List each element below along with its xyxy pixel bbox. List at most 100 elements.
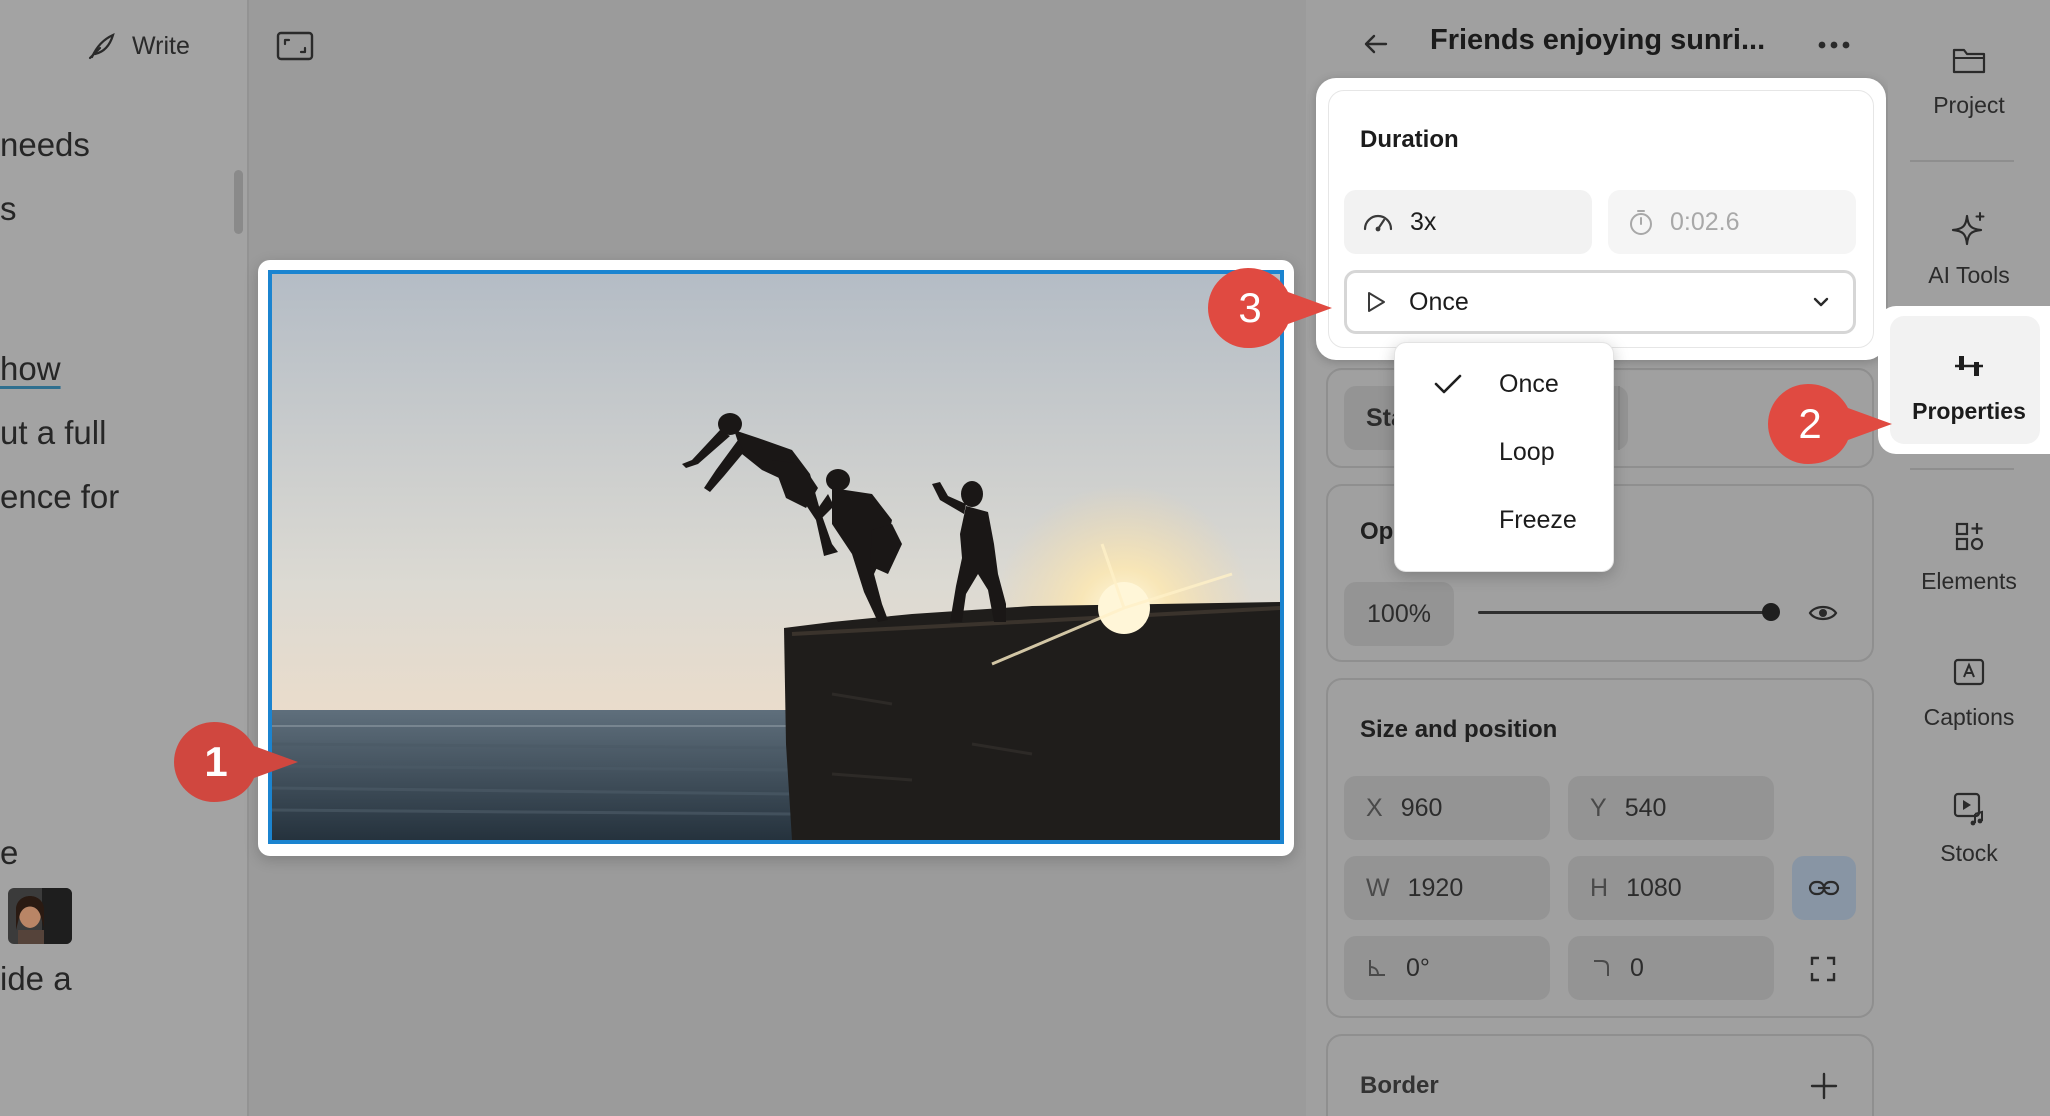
stock-icon xyxy=(1953,792,1983,826)
aspect-lock-button[interactable] xyxy=(1792,856,1856,920)
sliders-icon xyxy=(1955,356,1983,376)
rail-label: AI Tools xyxy=(1928,262,2010,288)
visibility-toggle[interactable] xyxy=(1808,598,1838,628)
ellipsis-icon xyxy=(1818,41,1850,49)
height-field[interactable]: H 1080 xyxy=(1568,856,1774,920)
rail-item-ai-tools[interactable]: AI Tools xyxy=(1888,200,2050,320)
more-options-button[interactable] xyxy=(1814,30,1854,60)
checkmark-icon xyxy=(1434,374,1462,394)
w-value: 1920 xyxy=(1407,873,1464,902)
corner-radius-icon xyxy=(1594,960,1609,976)
add-border-button[interactable] xyxy=(1810,1072,1838,1100)
rail-item-stock[interactable]: Stock xyxy=(1888,778,2050,898)
script-line[interactable]: ide a xyxy=(0,960,72,998)
captions-icon xyxy=(1953,658,1985,686)
link-icon xyxy=(1808,880,1840,896)
y-value: 540 xyxy=(1624,793,1667,822)
rail-divider xyxy=(1910,160,2014,162)
rail-item-project[interactable]: Project xyxy=(1888,30,2050,150)
border-title: Border xyxy=(1360,1072,1439,1099)
eye-icon xyxy=(1808,605,1838,621)
menu-option-loop[interactable]: Loop xyxy=(1395,421,1615,483)
segment-divider xyxy=(1618,386,1620,450)
script-link-text[interactable]: how xyxy=(0,350,61,388)
rail-label: Stock xyxy=(1940,840,1998,866)
play-icon xyxy=(1368,292,1385,312)
time-value: 0:02.6 xyxy=(1670,207,1740,236)
size-position-title: Size and position xyxy=(1360,716,1558,743)
playback-mode-value: Once xyxy=(1409,287,1469,316)
speed-field[interactable]: 3x xyxy=(1344,190,1592,254)
y-position-field[interactable]: Y 540 xyxy=(1568,776,1774,840)
menu-option-label: Freeze xyxy=(1499,505,1577,534)
speed-value: 3x xyxy=(1410,207,1437,236)
folder-icon xyxy=(1952,48,1986,74)
rotation-field[interactable]: 0° xyxy=(1344,936,1550,1000)
fit-frame-button[interactable] xyxy=(1808,954,1838,984)
width-field[interactable]: W 1920 xyxy=(1344,856,1550,920)
rail-item-elements[interactable]: Elements xyxy=(1888,506,2050,626)
script-line[interactable]: ence for xyxy=(0,478,119,516)
rail-label: Properties xyxy=(1912,398,2026,424)
callout-number: 1 xyxy=(204,738,227,785)
opacity-value: 100% xyxy=(1367,599,1431,628)
h-label: H xyxy=(1590,873,1609,902)
duration-time-field: 0:02.6 xyxy=(1608,190,1856,254)
opacity-input[interactable]: 100% xyxy=(1344,582,1454,646)
playback-mode-select[interactable]: Once xyxy=(1344,270,1856,334)
back-button[interactable] xyxy=(1358,26,1394,62)
x-label: X xyxy=(1366,793,1383,822)
h-value: 1080 xyxy=(1626,873,1682,902)
arrow-left-icon xyxy=(1364,34,1388,54)
script-editor-pane: Write needs s how ut a full ence for e i… xyxy=(0,0,248,1116)
rail-label: Project xyxy=(1933,92,2005,118)
rail-item-captions[interactable]: Captions xyxy=(1888,642,2050,762)
write-label: Write xyxy=(132,31,190,60)
script-line[interactable]: ut a full xyxy=(0,414,106,452)
clip-title: Friends enjoying sunri... xyxy=(1430,24,1766,56)
sparkle-icon xyxy=(1951,212,1985,246)
plus-icon xyxy=(1810,1072,1838,1100)
quill-icon xyxy=(88,32,115,60)
w-label: W xyxy=(1366,873,1390,902)
pane-divider[interactable] xyxy=(247,0,249,1116)
avatar-thumbnail[interactable] xyxy=(8,888,72,944)
menu-option-once[interactable]: Once xyxy=(1395,353,1615,415)
opacity-slider-handle[interactable] xyxy=(1762,603,1780,621)
opacity-slider-track[interactable] xyxy=(1478,611,1770,614)
expand-corners-icon xyxy=(1810,956,1836,982)
rail-item-properties[interactable]: Properties xyxy=(1888,336,2050,456)
menu-option-label: Once xyxy=(1499,369,1559,398)
callout-marker-3: 3 xyxy=(1208,268,1332,348)
script-line[interactable]: needs xyxy=(0,126,90,164)
corner-radius-field[interactable]: 0 xyxy=(1568,936,1774,1000)
playback-mode-menu: Once Loop Freeze xyxy=(1394,342,1614,572)
y-label: Y xyxy=(1590,793,1607,822)
chevron-down-icon xyxy=(1813,297,1829,307)
expand-icon xyxy=(276,31,314,61)
shapes-icon xyxy=(1955,522,1984,551)
scrollbar-thumb[interactable] xyxy=(234,170,243,234)
callout-number: 3 xyxy=(1238,284,1261,331)
rail-label: Captions xyxy=(1923,704,2015,730)
speedometer-icon xyxy=(1363,214,1393,232)
menu-option-freeze[interactable]: Freeze xyxy=(1395,489,1615,551)
rail-label: Elements xyxy=(1921,568,2017,594)
duration-title: Duration xyxy=(1360,126,1459,153)
script-line[interactable]: s xyxy=(0,190,17,228)
callout-marker-1: 1 xyxy=(174,722,298,802)
rotation-value: 0° xyxy=(1406,953,1430,982)
corner-value: 0 xyxy=(1630,953,1644,982)
script-line[interactable]: e xyxy=(0,834,18,872)
callout-marker-2: 2 xyxy=(1768,384,1892,464)
angle-icon xyxy=(1369,960,1385,976)
video-frame-image xyxy=(272,274,1280,840)
x-position-field[interactable]: X 960 xyxy=(1344,776,1550,840)
x-value: 960 xyxy=(1400,793,1443,822)
rail-divider xyxy=(1910,468,2014,470)
video-clip-preview[interactable] xyxy=(268,270,1284,844)
callout-number: 2 xyxy=(1798,400,1821,447)
fullscreen-button[interactable] xyxy=(276,30,314,62)
stopwatch-icon xyxy=(1630,210,1652,235)
write-button[interactable]: Write xyxy=(86,24,190,68)
